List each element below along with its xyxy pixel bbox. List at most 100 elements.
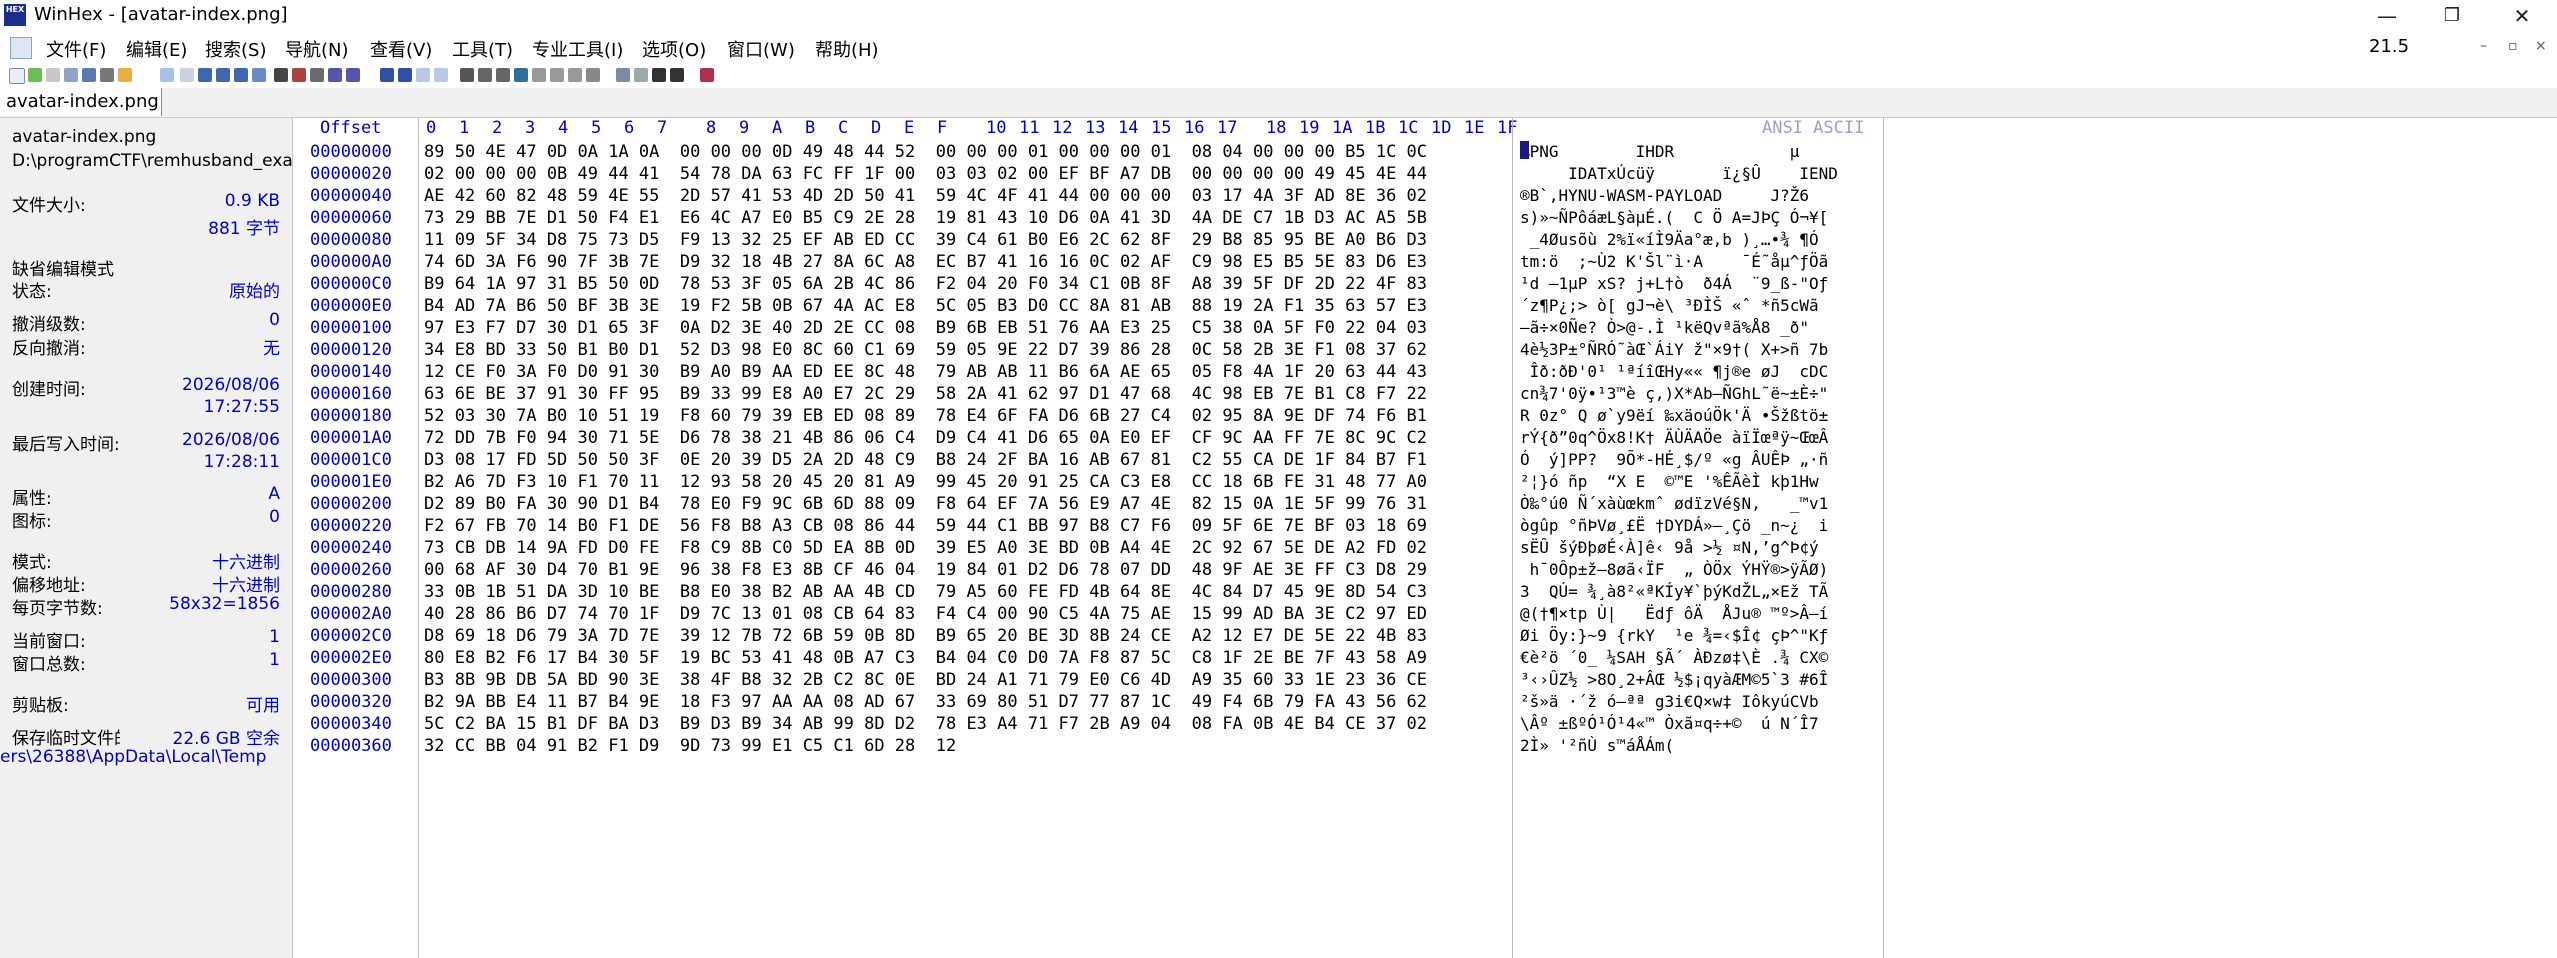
hex-bytes-row[interactable]: D8 69 18 D6 79 3A 7D 7E 39 12 7B 72 6B 5… xyxy=(424,626,1427,646)
child-minimize-button[interactable]: – xyxy=(2480,38,2487,54)
cut-icon[interactable] xyxy=(180,68,194,82)
ansi-text-row[interactable]: 3 QÚ= ¾¸à8²«ªKÍy¥`þýKdŽL„×Ež TÃ xyxy=(1520,582,1880,601)
hex-bytes-row[interactable]: AE 42 60 82 48 59 4E 55 2D 57 41 53 4D 2… xyxy=(424,186,1427,206)
calculator-icon[interactable] xyxy=(514,68,528,82)
prev-window-icon[interactable] xyxy=(652,68,666,82)
hex-bytes-row[interactable]: D2 89 B0 FA 30 90 D1 B4 78 E0 F9 9C 6B 6… xyxy=(424,494,1427,514)
folder-icon[interactable] xyxy=(118,68,132,82)
child-restore-button[interactable]: ▫ xyxy=(2508,38,2518,54)
replace-hex-icon[interactable] xyxy=(328,68,342,82)
ansi-text-row[interactable]: ‰PNG IHDR µ xyxy=(1520,142,1880,161)
next-window-icon[interactable] xyxy=(670,68,684,82)
document-icon[interactable] xyxy=(10,37,32,59)
ansi-text-row[interactable]: s)»~ÑPôáæL§àµÉ.( C Ö A=JÞÇ Ó¬¥[ xyxy=(1520,208,1880,227)
menu-tools[interactable]: 工具(T) xyxy=(452,36,513,62)
menu-view[interactable]: 查看(V) xyxy=(370,36,432,62)
new-file-icon[interactable] xyxy=(9,68,25,84)
ansi-text-row[interactable]: Øi Öy:}~9 {rkY ¹e ¾=‹$Î¢ çÞ^"Kƒ xyxy=(1520,626,1880,645)
ansi-text-row[interactable]: —ã÷×0Ñe? Ò>@-.Ì ¹këQvªã%Å8 _ð" xyxy=(1520,318,1880,337)
save-icon[interactable] xyxy=(46,68,60,82)
ansi-text-row[interactable]: R 0z° Q ø`y9ëí ‰xäoúÖk'Ä •Šžßtö± xyxy=(1520,406,1880,425)
ansi-text-row[interactable]: IDATxÚcüÿ ï¿§Û IEND xyxy=(1520,164,1880,183)
hex-bytes-row[interactable]: 40 28 86 B6 D7 74 70 1F D9 7C 13 01 08 C… xyxy=(424,604,1427,624)
window-cascade-icon[interactable] xyxy=(634,68,648,82)
hex-bytes-row[interactable]: 80 E8 B2 F6 17 B4 30 5F 19 BC 53 41 48 0… xyxy=(424,648,1427,668)
hex-bytes-row[interactable]: 89 50 4E 47 0D 0A 1A 0A 00 00 00 0D 49 4… xyxy=(424,142,1427,162)
close-button[interactable]: ✕ xyxy=(2490,0,2554,32)
find-icon[interactable] xyxy=(274,68,288,82)
open-disk-icon[interactable] xyxy=(496,68,510,82)
menu-help[interactable]: 帮助(H) xyxy=(815,36,879,62)
menu-search[interactable]: 搜索(S) xyxy=(205,36,266,62)
restore-button[interactable]: ❐ xyxy=(2420,0,2484,32)
ansi-text-row[interactable]: ´­z¶P¿;> ò[ gJ¬è\ ³ÐÌŠ «ˆ *ñ5cWã xyxy=(1520,296,1880,315)
child-close-button[interactable]: × xyxy=(2535,38,2547,54)
hex-bytes-row[interactable]: B3 8B 9B DB 5A BD 90 3E 38 4F B8 32 2B C… xyxy=(424,670,1427,690)
menu-edit[interactable]: 编辑(E) xyxy=(126,36,187,62)
find-hex-icon[interactable] xyxy=(292,68,306,82)
find-again-icon[interactable] xyxy=(346,68,360,82)
help-book-icon[interactable] xyxy=(700,68,714,82)
template-icon[interactable] xyxy=(568,68,582,82)
disk-icon[interactable] xyxy=(460,68,474,82)
undo-icon[interactable] xyxy=(160,68,174,82)
hex-bytes-row[interactable]: B2 9A BB E4 11 B7 B4 9E 18 F3 97 AA AA 0… xyxy=(424,692,1427,712)
analyze-icon[interactable] xyxy=(550,68,564,82)
hex-bytes-row[interactable]: 33 0B 1B 51 DA 3D 10 BE B8 E0 38 B2 AB A… xyxy=(424,582,1427,602)
ansi-text-row[interactable]: sËÛ šýÐþøÉ‹À]ê‹ 9å >½ ¤N,’g^Þ¢ý xyxy=(1520,538,1880,557)
ansi-text-row[interactable]: @(†¶×tp Ù| Ëdƒ ôÄ ÅJu® ™­º>Â—í xyxy=(1520,604,1880,623)
paste-write-icon[interactable] xyxy=(234,68,248,82)
hex-bytes-row[interactable]: F2 67 FB 70 14 B0 F1 DE 56 F8 B8 A3 CB 0… xyxy=(424,516,1427,536)
ansi-text-row[interactable]: ²¦}ó ñp “X E ©™E '%ÊÃèÌ kþ1Hw xyxy=(1520,472,1880,491)
tab-avatar-index[interactable]: avatar-index.png xyxy=(0,88,162,116)
back-icon[interactable] xyxy=(416,68,430,82)
ansi-text-row[interactable]: \Âº ±ßºÓ¹Ó¹4«™ Òxã¤q÷+© ú N´Î7 xyxy=(1520,714,1880,733)
hex-bytes-row[interactable]: 72 DD 7B F0 94 30 71 5E D6 78 38 21 4B 8… xyxy=(424,428,1427,448)
menu-window[interactable]: 窗口(W) xyxy=(727,36,795,62)
window-tile-icon[interactable] xyxy=(616,68,630,82)
ansi-text-row[interactable]: cn¾7'0ÿ•¹3™è ç,)X*Ab—ÑGhL˜ë~±È÷" xyxy=(1520,384,1880,403)
properties-icon[interactable] xyxy=(100,68,114,82)
hex-bytes-row[interactable]: B4 AD 7A B6 50 BF 3B 3E 19 F2 5B 0B 67 4… xyxy=(424,296,1427,316)
hex-bytes-row[interactable]: 02 00 00 00 0B 49 44 41 54 78 DA 63 FC F… xyxy=(424,164,1427,184)
hex-bytes-row[interactable]: 97 E3 F7 D7 30 D1 65 3F 0A D2 3E 40 2D 2… xyxy=(424,318,1427,338)
paste-icon[interactable] xyxy=(216,68,230,82)
hash-icon[interactable] xyxy=(532,68,546,82)
hex-bytes-row[interactable]: 34 E8 BD 33 50 B1 B0 D1 52 D3 98 E0 8C 6… xyxy=(424,340,1427,360)
ansi-text-row[interactable]: ògûp °ñÞVø¸£Ë †DYDÁ»—¸Çö _n~¿ i xyxy=(1520,516,1880,535)
ansi-text-row[interactable]: Ò‰°ú0 Ñ´xàùœkmˆ ødïzVé§N‚ _™v1 xyxy=(1520,494,1880,513)
hex-bytes-row[interactable]: 11 09 5F 34 D8 75 73 D5 F9 13 32 25 EF A… xyxy=(424,230,1427,250)
ansi-text-row[interactable]: ¹d —1µP xS? j+L†ò ð4Á ¨9_ß-"Oƒ xyxy=(1520,274,1880,293)
menu-specialist-tools[interactable]: 专业工具(I) xyxy=(532,36,623,62)
hex-bytes-row[interactable]: 74 6D 3A F6 90 7F 3B 7E D9 32 18 4B 27 8… xyxy=(424,252,1427,272)
settings-icon[interactable] xyxy=(586,68,600,82)
ansi-text-row[interactable]: ³‹›ÛZ½ >8O¸2+ÂŒ ½$¡qyàÆM©5`3 #6Î xyxy=(1520,670,1880,689)
hex-bytes-row[interactable]: 32 CC BB 04 91 B2 F1 D9 9D 73 99 E1 C5 C… xyxy=(424,736,956,756)
ansi-text-row[interactable]: 2Ì» '²ñÙ s™áÅÁm( xyxy=(1520,736,1880,755)
hex-bytes-row[interactable]: 5C C2 BA 15 B1 DF BA D3 B9 D3 B9 34 AB 9… xyxy=(424,714,1427,734)
hex-bytes-row[interactable]: B2 A6 7D F3 10 F1 70 11 12 93 58 20 45 2… xyxy=(424,472,1427,492)
ansi-text-row[interactable]: Îð:ðÐ'0¹ ¹ªíîŒHy«« ¶j®e øJ cDC xyxy=(1520,362,1880,381)
ansi-text-row[interactable]: €è²ö ´0_ ¼SAH §Ã´ ÀÐzø‡\È .¾ CX© xyxy=(1520,648,1880,667)
menu-options[interactable]: 选项(O) xyxy=(642,36,706,62)
hex-bytes-row[interactable]: 52 03 30 7A B0 10 51 19 F8 60 79 39 EB E… xyxy=(424,406,1427,426)
ansi-text-row[interactable]: ²š»ä ·´ž ó—ªª ­g3i€Q×w‡ IôkyúCVb xyxy=(1520,692,1880,711)
hex-bytes-row[interactable]: 00 68 AF 30 D4 70 B1 9E 96 38 F8 E3 8B C… xyxy=(424,560,1427,580)
hex-bytes-row[interactable]: 12 CE F0 3A F0 D0 91 30 B9 A0 B9 AA ED E… xyxy=(424,362,1427,382)
ansi-text-row[interactable]: Ó ý]PP? 9Õ*-HÉ¸$/º «g ÂUÊÞ „·ñ xyxy=(1520,450,1880,469)
ansi-text-row[interactable]: tm:ö ;~Ù2 K'Šl¨ì·A ¯É˜åµ^ƒÖã xyxy=(1520,252,1880,271)
ansi-text-row[interactable]: _4Øusõù 2%ï«íÌ9Äa°æ,b )¸…•¾ ¶Ó xyxy=(1520,230,1880,249)
hex-bytes-row[interactable]: D3 08 17 FD 5D 50 50 3F 0E 20 39 D5 2A 2… xyxy=(424,450,1427,470)
print-icon[interactable] xyxy=(82,68,96,82)
menu-file[interactable]: 文件(F) xyxy=(46,36,106,62)
ansi-text-row[interactable]: rÝ{ð”0q^Öx8!K† ÄÙÄAÖe àïÏœªÿ~ŒœÂ xyxy=(1520,428,1880,447)
clipboard-icon[interactable] xyxy=(252,68,266,82)
hex-bytes-row[interactable]: 73 29 BB 7E D1 50 F4 E1 E6 4C A7 E0 B5 C… xyxy=(424,208,1427,228)
goto-offset-icon[interactable] xyxy=(380,68,394,82)
ram-icon[interactable] xyxy=(478,68,492,82)
replace-icon[interactable] xyxy=(310,68,324,82)
ansi-text-row[interactable]: 4è½3P±°ÑRÓ˜àŒ`ÁiY ž"×9†( X+>ñ 7b xyxy=(1520,340,1880,359)
hex-bytes-row[interactable]: 63 6E BE 37 91 30 FF 95 B9 33 99 E8 A0 E… xyxy=(424,384,1427,404)
ansi-text-row[interactable]: h¯0Ôp±ž–8øã‹ÏF „ ÒÖx ÝHŸ®>ÿÃØ) xyxy=(1520,560,1880,579)
open-file-icon[interactable] xyxy=(28,68,42,82)
